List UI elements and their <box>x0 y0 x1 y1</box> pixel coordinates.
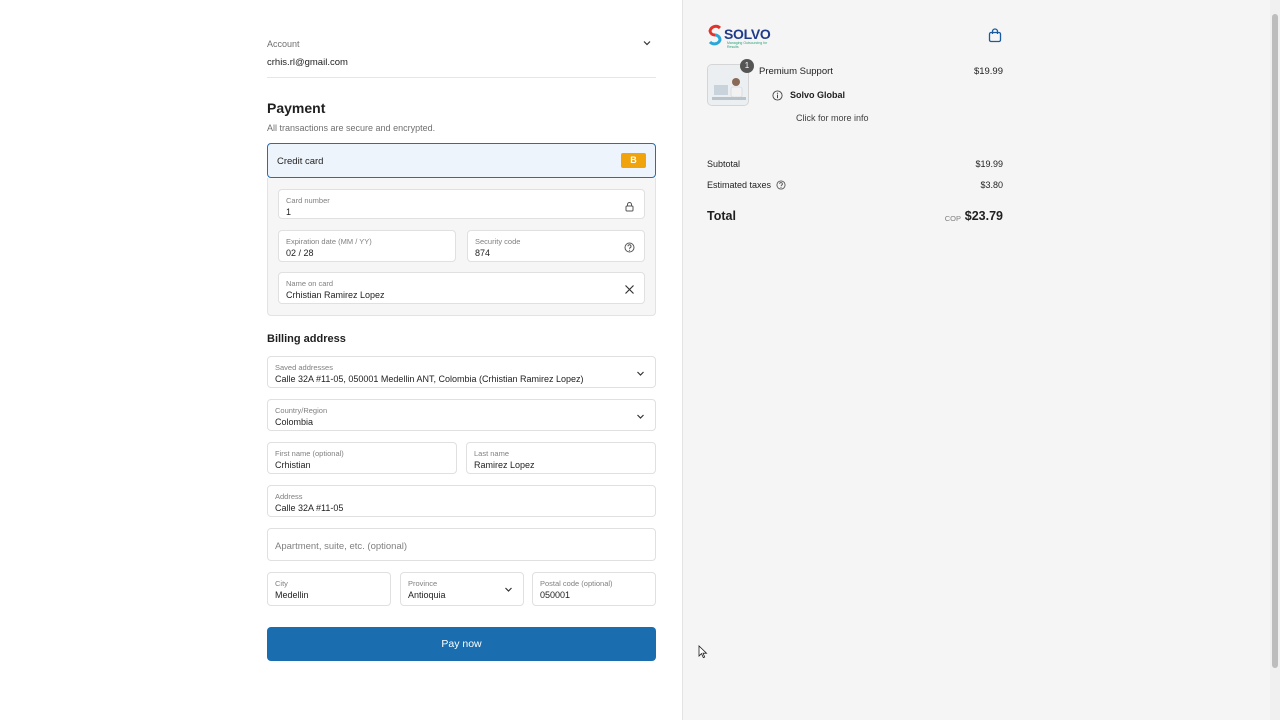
last-name-field[interactable]: Last name Ramirez Lopez <box>466 442 656 474</box>
checkout-form-panel: Account crhis.rl@gmail.com Payment All t… <box>0 0 682 720</box>
saved-addresses-select[interactable]: Saved addresses Calle 32A #11-05, 050001… <box>267 356 656 388</box>
city-value: Medellin <box>275 590 309 600</box>
first-name-field[interactable]: First name (optional) Crhistian <box>267 442 457 474</box>
name-on-card-field[interactable]: Name on card Crhistian Ramirez Lopez <box>278 272 645 304</box>
postal-code-value: 050001 <box>540 590 571 600</box>
security-code-label: Security code <box>475 237 521 246</box>
card-number-label: Card number <box>286 196 330 205</box>
last-name-value: Ramirez Lopez <box>474 460 535 470</box>
item-name: Premium Support <box>759 66 833 77</box>
card-brand-badge: B <box>621 153 646 168</box>
help-circle-icon[interactable] <box>776 180 786 190</box>
credit-card-option[interactable]: Credit card B <box>267 143 656 178</box>
total-value: $23.79 <box>964 209 1003 223</box>
taxes-row: Estimated taxes $3.80 <box>707 180 1003 190</box>
address-field[interactable]: Address Calle 32A #11-05 <box>267 485 656 517</box>
province-select[interactable]: Province Antioquia <box>400 572 524 606</box>
city-field[interactable]: City Medellin <box>267 572 391 606</box>
country-select[interactable]: Country/Region Colombia <box>267 399 656 431</box>
solvo-logo-mark-icon <box>708 24 722 46</box>
name-on-card-label: Name on card <box>286 279 334 288</box>
subtotal-value: $19.99 <box>975 159 1003 169</box>
country-label: Country/Region <box>275 406 328 415</box>
taxes-value: $3.80 <box>980 180 1003 190</box>
help-circle-icon[interactable] <box>624 242 635 253</box>
apartment-field[interactable]: Apartment, suite, etc. (optional) <box>267 528 656 561</box>
province-value: Antioquia <box>408 590 446 600</box>
postal-code-label: Postal code (optional) <box>540 579 613 588</box>
shopping-bag-icon[interactable] <box>988 28 1002 43</box>
chevron-down-icon <box>637 414 644 419</box>
order-summary-panel <box>682 0 1270 720</box>
postal-code-field[interactable]: Postal code (optional) 050001 <box>532 572 656 606</box>
chevron-down-icon[interactable] <box>642 38 652 48</box>
name-on-card-value: Crhistian Ramirez Lopez <box>286 290 385 300</box>
province-label: Province <box>408 579 438 588</box>
taxes-label: Estimated taxes <box>707 180 772 190</box>
first-name-label: First name (optional) <box>275 449 344 458</box>
saved-addresses-value: Calle 32A #11-05, 050001 Medellin ANT, C… <box>275 374 584 384</box>
total-label: Total <box>707 209 736 223</box>
payment-title: Payment <box>267 100 326 116</box>
solvo-logo[interactable]: SOLVO Managing Outsourcing for Results <box>707 24 777 49</box>
subtotal-row: Subtotal $19.99 <box>707 159 1003 169</box>
country-value: Colombia <box>275 417 314 427</box>
card-details-area: Card number 1 Expiration date (MM / YY) … <box>267 178 656 316</box>
page-scrollbar[interactable] <box>1270 0 1280 720</box>
lock-icon <box>625 202 634 212</box>
security-code-field[interactable]: Security code 874 <box>467 230 645 262</box>
account-label: Account <box>267 39 300 49</box>
brand-tagline: Managing Outsourcing for Results <box>727 41 768 49</box>
billing-address-title: Billing address <box>267 333 346 345</box>
city-label: City <box>275 579 288 588</box>
info-icon[interactable] <box>772 90 783 101</box>
last-name-label: Last name <box>474 449 510 458</box>
address-value: Calle 32A #11-05 <box>275 503 344 513</box>
first-name-value: Crhistian <box>275 460 311 470</box>
item-price: $19.99 <box>973 66 1003 77</box>
close-icon[interactable] <box>624 284 635 295</box>
credit-card-label: Credit card <box>277 156 324 167</box>
info-title: Solvo Global <box>790 90 846 100</box>
payment-subtitle: All transactions are secure and encrypte… <box>267 123 436 133</box>
brand-name: SOLVO <box>724 26 771 42</box>
chevron-down-icon <box>637 371 644 376</box>
account-section[interactable]: Account crhis.rl@gmail.com <box>267 34 656 78</box>
subtotal-label: Subtotal <box>707 159 741 169</box>
security-code-value: 874 <box>475 248 491 258</box>
scrollbar-thumb[interactable] <box>1272 14 1278 668</box>
saved-addresses-label: Saved addresses <box>275 363 333 372</box>
pay-now-button[interactable]: Pay now <box>267 627 656 661</box>
card-number-value: 1 <box>286 207 292 217</box>
expiration-date-value: 02 / 28 <box>286 248 314 258</box>
more-info-link[interactable]: Click for more info <box>796 113 869 123</box>
address-label: Address <box>275 492 303 501</box>
total-row: Total COP $23.79 <box>707 209 1003 223</box>
currency-code: COP <box>944 214 961 223</box>
card-number-field[interactable]: Card number 1 <box>278 189 645 219</box>
account-email: crhis.rl@gmail.com <box>267 57 348 68</box>
chevron-down-icon <box>505 587 512 592</box>
quantity-badge: 1 <box>740 59 754 73</box>
mouse-cursor-icon <box>698 645 708 659</box>
apartment-placeholder: Apartment, suite, etc. (optional) <box>275 541 408 552</box>
expiration-date-label: Expiration date (MM / YY) <box>286 237 372 246</box>
expiration-date-field[interactable]: Expiration date (MM / YY) 02 / 28 <box>278 230 456 262</box>
